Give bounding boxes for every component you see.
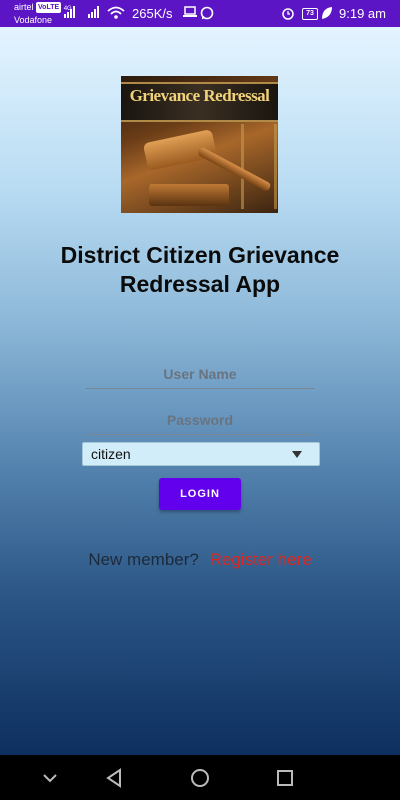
carrier-airtel: airtel bbox=[14, 2, 34, 12]
password-field[interactable]: Password bbox=[85, 412, 315, 435]
app-title-line1: District Citizen Grievance bbox=[60, 242, 340, 268]
gavel-base bbox=[149, 184, 229, 206]
app-title-line2: Redressal App bbox=[119, 271, 281, 297]
new-member-text: New member? bbox=[88, 550, 199, 569]
leaf-icon bbox=[321, 6, 333, 23]
signal-icon-2 bbox=[88, 6, 102, 18]
dropdown-arrow-icon bbox=[292, 451, 302, 458]
signal-icon bbox=[64, 6, 78, 18]
carrier-vodafone: Vodafone bbox=[14, 15, 53, 25]
recents-icon[interactable] bbox=[274, 767, 296, 789]
username-field[interactable]: User Name bbox=[85, 366, 315, 389]
back-icon[interactable] bbox=[103, 767, 125, 789]
logo-title: Grievance Redressal bbox=[129, 86, 270, 105]
alarm-icon bbox=[281, 6, 295, 23]
clock: 9:19 am bbox=[339, 6, 386, 21]
status-bar: airtel VoLTE 4G Vodafone 265K/s 73 9:19 … bbox=[0, 0, 400, 27]
laptop-icon bbox=[183, 6, 197, 21]
home-icon[interactable] bbox=[189, 767, 211, 789]
login-screen: Grievance Redressal District Citizen Gri… bbox=[0, 27, 400, 755]
scale-decoration bbox=[241, 124, 277, 209]
user-type-value: citizen bbox=[91, 446, 131, 462]
register-link[interactable]: Register here bbox=[210, 550, 312, 569]
volte-badge: VoLTE bbox=[36, 2, 62, 14]
whatsapp-icon bbox=[200, 6, 214, 23]
network-speed: 265K/s bbox=[132, 6, 173, 21]
app-logo: Grievance Redressal bbox=[121, 76, 278, 213]
login-button[interactable]: LOGIN bbox=[159, 478, 241, 510]
battery-icon: 73 bbox=[302, 8, 318, 20]
navigation-bar bbox=[0, 755, 400, 800]
register-line: New member? Register here bbox=[0, 550, 400, 570]
wifi-icon bbox=[107, 6, 125, 23]
user-type-dropdown[interactable]: citizen bbox=[82, 442, 320, 466]
collapse-icon[interactable] bbox=[39, 767, 61, 789]
app-title: District Citizen Grievance Redressal App bbox=[0, 241, 400, 299]
